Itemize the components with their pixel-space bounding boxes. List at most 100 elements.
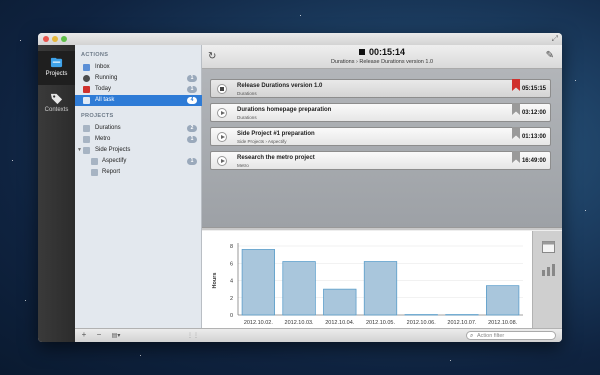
inbox-icon — [83, 64, 90, 71]
task-name: Research the metro project — [237, 155, 315, 161]
remove-button[interactable]: − — [93, 330, 105, 339]
y-tick-label: 6 — [230, 261, 233, 267]
count-badge: 1 — [187, 136, 197, 143]
sidebar-item-label: Inbox — [95, 64, 110, 70]
task-time: 03:12:00 — [521, 110, 546, 116]
tab-label: Contexts — [44, 107, 69, 113]
star — [140, 355, 141, 356]
flag-icon[interactable] — [512, 151, 520, 163]
sidebar-item-label: Today — [95, 86, 112, 92]
running-timer: 00:15:14 — [202, 47, 562, 57]
count-badge: 1 — [187, 86, 197, 93]
star — [585, 210, 586, 211]
calendar-icon[interactable] — [542, 241, 555, 253]
minimize-button[interactable] — [52, 36, 58, 42]
count-badge: 1 — [187, 75, 197, 82]
task-row[interactable]: Durations homepage preparation Durations… — [210, 103, 551, 122]
add-button[interactable]: + — [78, 330, 90, 339]
x-tick-label: 2012.10.03. — [285, 320, 315, 326]
filter-placeholder: Action filter — [477, 333, 505, 339]
task-row[interactable]: Side Project #1 preparation Side Project… — [210, 127, 551, 146]
action-filter-field[interactable]: ⌕ Action filter — [466, 331, 556, 340]
document-menu-icon[interactable]: ▤▾ — [110, 332, 122, 339]
task-time: 05:15:15 — [521, 86, 546, 92]
sidebar: ACTIONS Inbox Running 1 Today 1 All task… — [75, 45, 202, 328]
sidebar-item-durations[interactable]: Durations 2 — [75, 123, 202, 134]
tab-projects[interactable]: Projects — [38, 51, 75, 85]
bar — [486, 285, 520, 316]
folder-icon — [83, 125, 90, 132]
sidebar-item-aspectify[interactable]: Aspectify 1 — [75, 156, 202, 167]
sidebar-item-label: Aspectify — [102, 158, 127, 164]
projects-icon — [50, 57, 63, 68]
task-row[interactable]: Release Durations version 1.0 Durations … — [210, 79, 551, 98]
task-path: Metro — [237, 163, 249, 168]
y-axis-label: Hours — [212, 273, 218, 289]
star — [20, 40, 21, 41]
star — [12, 160, 13, 161]
sidebar-item-metro[interactable]: Metro 1 — [75, 134, 202, 145]
task-path: Durations — [237, 115, 257, 120]
play-task-button[interactable] — [217, 108, 227, 118]
sidebar-item-running[interactable]: Running 1 — [75, 73, 202, 84]
flag-icon[interactable] — [512, 103, 520, 115]
tag-icon — [50, 93, 63, 105]
play-task-button[interactable] — [217, 156, 227, 166]
sidebar-item-side-projects[interactable]: ▼ Side Projects — [75, 145, 202, 156]
sidebar-item-all-tasks[interactable]: All task 4 — [75, 95, 202, 106]
stop-task-button[interactable] — [217, 84, 227, 94]
tab-contexts[interactable]: Contexts — [38, 87, 75, 121]
today-icon — [83, 86, 90, 93]
sidebar-item-label: All task — [95, 97, 115, 103]
flag-icon[interactable] — [512, 127, 520, 139]
tab-label: Projects — [45, 71, 68, 77]
zoom-button[interactable] — [61, 36, 67, 42]
bar — [363, 261, 398, 316]
edit-icon[interactable]: ✎ — [546, 50, 554, 61]
star — [300, 15, 301, 16]
projects-header: PROJECTS — [81, 113, 114, 119]
sidebar-item-label: Side Projects — [95, 147, 131, 153]
star — [575, 80, 576, 81]
app-window: ⤢ Projects Contexts ACTIONS Inbox Runnin… — [38, 33, 562, 342]
task-name: Release Durations version 1.0 — [237, 83, 323, 89]
timer-value: 00:15:14 — [368, 47, 406, 57]
title-bar[interactable]: ⤢ — [38, 33, 562, 45]
play-task-button[interactable] — [217, 132, 227, 142]
stop-icon[interactable] — [358, 49, 365, 55]
sidebar-item-inbox[interactable]: Inbox — [75, 62, 202, 73]
sidebar-item-today[interactable]: Today 1 — [75, 84, 202, 95]
actions-header: ACTIONS — [81, 52, 109, 58]
resize-handle-icon[interactable]: ⋮⋮ — [187, 332, 199, 339]
disclosure-triangle-icon[interactable]: ▼ — [77, 147, 82, 153]
task-row[interactable]: Research the metro project Metro 16:49:0… — [210, 151, 551, 170]
hours-bar-chart: 0 2 4 6 8 Hours 2012.10.02. 2012.10.03. 2012.10.… — [212, 243, 523, 326]
close-button[interactable] — [43, 36, 49, 42]
y-tick-label: 2 — [230, 296, 233, 302]
flag-icon[interactable] — [512, 79, 520, 91]
bar — [282, 261, 316, 316]
chart-options — [532, 231, 562, 328]
folder-icon — [91, 169, 98, 176]
search-icon: ⌕ — [470, 333, 474, 339]
sidebar-item-report[interactable]: Report — [75, 167, 202, 178]
sidebar-item-label: Metro — [95, 136, 111, 142]
count-badge: 1 — [187, 158, 197, 165]
task-path: Side Projects › Aspectify — [237, 139, 287, 144]
x-tick-label: 2012.10.04. — [325, 320, 355, 326]
fullscreen-icon[interactable]: ⤢ — [552, 34, 558, 44]
star — [25, 300, 26, 301]
chart-panel: 0 2 4 6 8 Hours 2012.10.02. 2012.10.03. 2012.10.… — [202, 231, 532, 328]
bar — [323, 288, 357, 316]
star — [450, 360, 451, 361]
running-task-path: Durations › Release Durations version 1.… — [330, 59, 434, 65]
sidebar-item-label: Durations — [95, 125, 121, 131]
x-tick-label: 2012.10.06. — [407, 320, 437, 326]
task-name: Durations homepage preparation — [237, 107, 332, 113]
status-bar: ⌕ Action filter — [202, 328, 562, 342]
folder-icon — [83, 147, 90, 154]
count-badge: 4 — [187, 97, 197, 104]
y-tick-label: 4 — [230, 279, 233, 285]
bar-chart-icon[interactable] — [542, 264, 555, 276]
sidebar-footer: + − ▤▾ ⋮⋮ — [75, 328, 202, 342]
